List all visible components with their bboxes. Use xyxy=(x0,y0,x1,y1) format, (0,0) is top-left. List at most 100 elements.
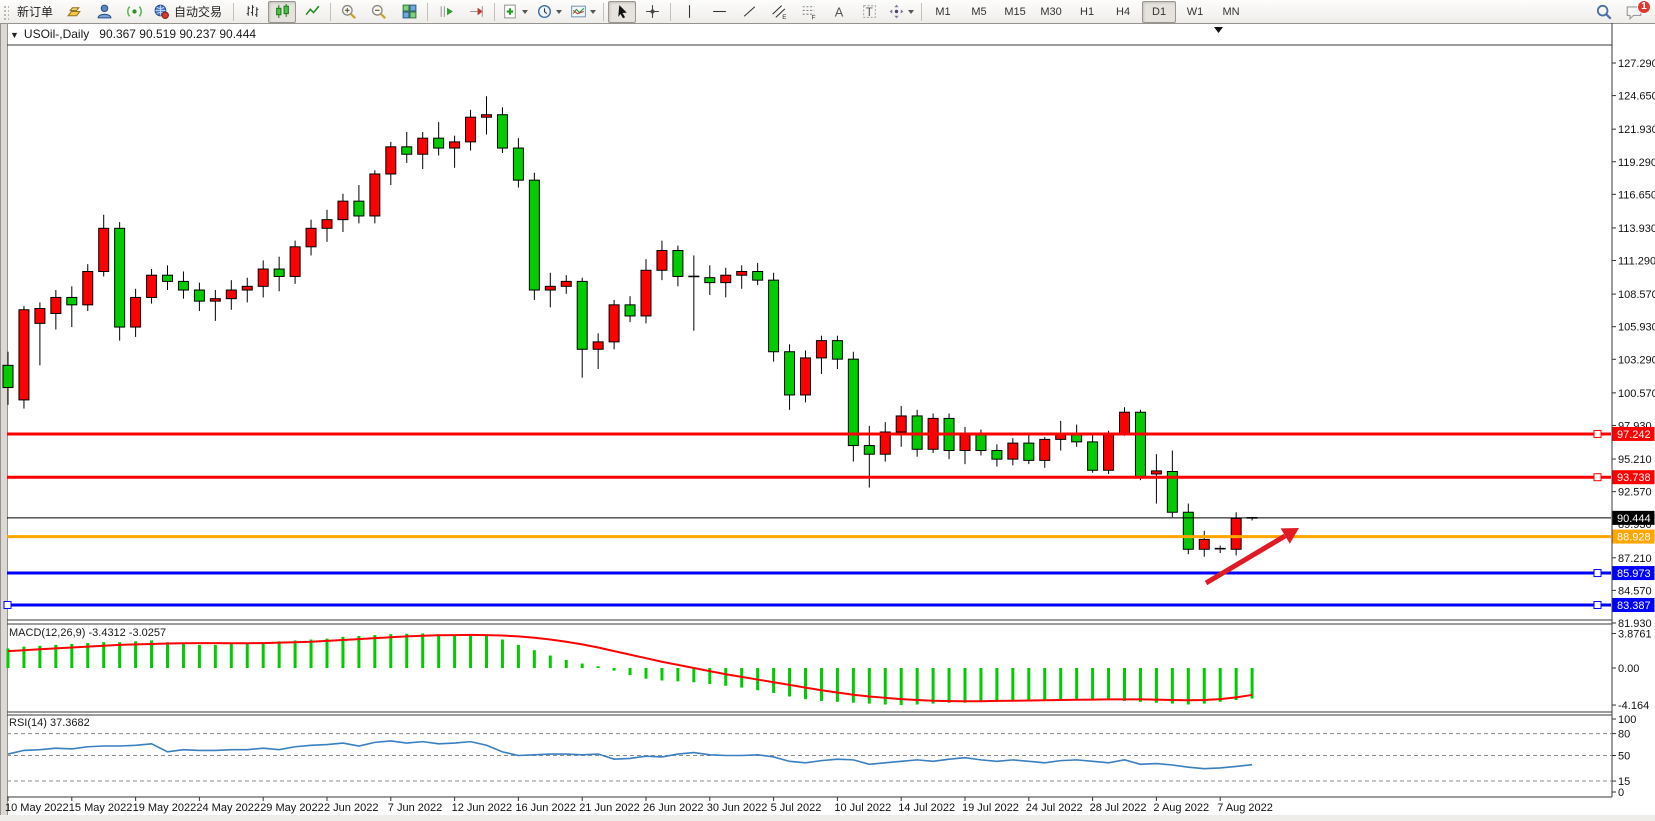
date-tick-label: 29 May 2022 xyxy=(260,802,324,814)
new-order-button[interactable]: 新订单 xyxy=(12,1,58,23)
tile-windows-icon[interactable] xyxy=(395,1,423,23)
periods-clock-button[interactable] xyxy=(533,1,565,23)
bar-chart-icon[interactable] xyxy=(238,1,266,23)
price-tick-label: 121.930 xyxy=(1618,124,1655,136)
candle-body xyxy=(385,146,397,175)
hline-icon[interactable] xyxy=(705,1,733,23)
arrow-annotation[interactable] xyxy=(1204,533,1287,586)
auto-trading-button[interactable]: 自动交易 xyxy=(150,1,229,23)
candle-body xyxy=(225,289,237,300)
candle-body xyxy=(1039,438,1051,461)
candle-body xyxy=(162,274,173,282)
line-chart-icon[interactable] xyxy=(298,1,326,23)
date-tick-label: 10 May 2022 xyxy=(5,802,69,814)
candle-body xyxy=(784,351,796,396)
candle-body xyxy=(496,114,508,149)
candle-body xyxy=(130,296,142,328)
hline-handle[interactable] xyxy=(1593,600,1602,609)
candle-body xyxy=(146,274,158,298)
timeframe-m5[interactable]: M5 xyxy=(962,1,996,23)
hline-handle[interactable] xyxy=(1593,473,1602,482)
signal-icon[interactable] xyxy=(120,1,148,23)
toolbar-grip[interactable] xyxy=(2,3,9,20)
chart-window[interactable]: ▼ USOil-,Daily 90.367 90.519 90.237 90.444… xyxy=(0,23,1655,821)
timeframe-h1[interactable]: H1 xyxy=(1070,1,1104,23)
text-letter: A xyxy=(834,4,843,19)
ohlc-dropdown-arrow[interactable]: ▼ xyxy=(10,30,19,40)
candle-body xyxy=(465,116,477,143)
gold-icon[interactable] xyxy=(60,1,88,23)
shapes-icon[interactable] xyxy=(885,1,917,23)
timeframe-m15[interactable]: M15 xyxy=(998,1,1032,23)
candle-body xyxy=(209,298,221,302)
timeframe-m30[interactable]: M30 xyxy=(1034,1,1068,23)
timeframe-d1[interactable]: D1 xyxy=(1142,0,1177,23)
zoom-in-icon[interactable] xyxy=(335,1,363,23)
rsi-tick-label: 80 xyxy=(1618,729,1630,741)
chat-icon[interactable]: 1 xyxy=(1620,0,1651,23)
vline-icon[interactable] xyxy=(675,1,703,23)
candlestick-icon[interactable] xyxy=(268,0,297,23)
rsi-tick-label: 0 xyxy=(1618,787,1624,799)
timeframe-w1[interactable]: W1 xyxy=(1178,1,1212,23)
candle-body xyxy=(369,173,381,217)
zoom-out-icon[interactable] xyxy=(365,1,393,23)
hline-handle[interactable] xyxy=(3,600,12,609)
price-tick-label: 84.570 xyxy=(1618,585,1652,597)
candle-body xyxy=(768,279,780,353)
trendline-icon[interactable] xyxy=(735,1,763,23)
candle-body xyxy=(1134,411,1146,477)
price-badge-label: 97.242 xyxy=(1617,429,1651,441)
date-tick-label: 7 Aug 2022 xyxy=(1217,802,1273,814)
chart-canvas[interactable]: 127.290 124.650 121.930 119.290 116.650 113.9… xyxy=(0,23,1655,821)
timeframe-h4[interactable]: H4 xyxy=(1106,1,1140,23)
hline-handle[interactable] xyxy=(1593,429,1602,438)
timeframe-m1[interactable]: M1 xyxy=(926,1,960,23)
toolbar-separator xyxy=(603,2,605,21)
fibonacci-icon[interactable]: F xyxy=(795,1,823,23)
candle-body xyxy=(305,227,317,248)
timeframe-mn[interactable]: MN xyxy=(1214,1,1248,23)
channel-icon[interactable]: E xyxy=(765,1,793,23)
candle-body xyxy=(672,250,684,277)
candle-body xyxy=(417,137,429,155)
text-icon[interactable]: A xyxy=(825,1,853,23)
price-tick-label: 105.930 xyxy=(1618,322,1655,334)
candle-body xyxy=(831,340,843,360)
date-tick-label: 2 Aug 2022 xyxy=(1153,802,1209,814)
auto-scroll-icon[interactable] xyxy=(432,1,460,23)
price-tick-label: 100.570 xyxy=(1618,388,1655,400)
profile-icon[interactable] xyxy=(90,1,118,23)
template-button[interactable] xyxy=(567,1,599,23)
chart-shift-marker[interactable] xyxy=(1214,27,1223,33)
candle-body xyxy=(177,280,189,291)
label-icon[interactable]: T xyxy=(855,1,883,23)
candle-body xyxy=(895,415,907,433)
candles-group xyxy=(2,96,1258,557)
date-tick-label: 19 Jul 2022 xyxy=(962,802,1019,814)
candle-body xyxy=(34,308,46,324)
notification-badge: 1 xyxy=(1637,0,1651,14)
price-tick-label: 108.570 xyxy=(1618,289,1655,301)
auto-trading-label: 自动交易 xyxy=(174,5,223,19)
candle-body xyxy=(1214,547,1226,550)
candle-body xyxy=(752,271,764,281)
toolbar-separator xyxy=(330,2,332,21)
price-badge-label: 93.738 xyxy=(1617,472,1651,484)
candle-body xyxy=(576,280,588,350)
crosshair-icon[interactable] xyxy=(638,1,666,23)
search-icon[interactable] xyxy=(1590,1,1618,23)
toolbar-separator xyxy=(233,2,235,21)
toolbar-separator xyxy=(494,2,496,21)
candle-body xyxy=(1023,442,1035,461)
candle-body xyxy=(640,269,652,317)
date-tick-label: 21 Jun 2022 xyxy=(579,802,640,814)
hline-handle[interactable] xyxy=(1593,569,1602,578)
cursor-icon[interactable] xyxy=(608,0,637,23)
candle-body xyxy=(688,275,700,278)
chart-shift-icon[interactable] xyxy=(462,1,490,23)
candle-body xyxy=(481,114,492,118)
candle-body xyxy=(624,304,636,317)
candle-body xyxy=(401,146,413,155)
indicators-button[interactable] xyxy=(499,1,531,23)
